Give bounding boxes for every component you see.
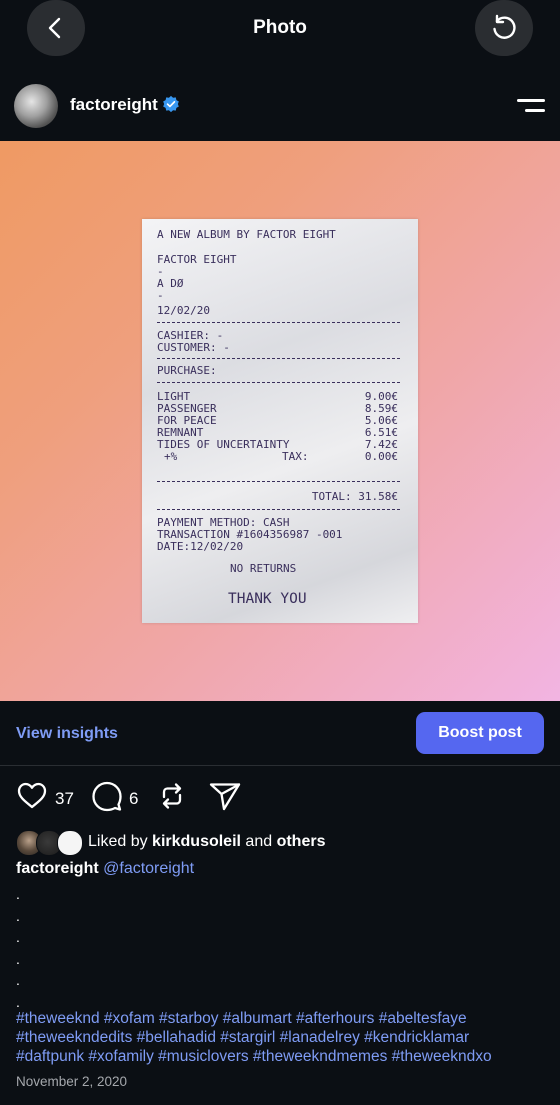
receipt-dash: - <box>157 289 164 302</box>
hashtag-line[interactable]: #theweeknd #xofam #starboy #albumart #af… <box>16 1009 551 1028</box>
receipt-divider <box>157 322 400 323</box>
receipt-no-returns: NO RETURNS <box>230 562 297 575</box>
receipt-thanks: THANK YOU <box>228 591 307 607</box>
receipt-artist: FACTOR EIGHT <box>157 253 237 266</box>
heart-icon[interactable] <box>16 780 48 812</box>
liked-by-row[interactable]: Liked by kirkdusoleil and others <box>16 830 546 856</box>
liked-by-prefix: Liked by <box>88 833 148 850</box>
liker-avatar <box>57 830 83 856</box>
receipt-date-line: DATE:12/02/20 <box>157 540 244 553</box>
view-insights-link[interactable]: View insights <box>16 725 118 743</box>
receipt-customer: CUSTOMER: - <box>157 341 230 354</box>
caption-dots: ...... <box>16 886 20 1010</box>
receipt-divider <box>157 481 400 482</box>
receipt-tax-label: TAX: <box>282 450 309 463</box>
comment-icon[interactable] <box>91 780 123 812</box>
receipt-divider <box>157 509 400 510</box>
liked-by-others[interactable]: others <box>277 833 326 850</box>
repost-icon[interactable] <box>156 780 188 812</box>
caption-mention[interactable]: @factoreight <box>103 860 194 877</box>
receipt-divider <box>157 358 400 359</box>
profile-row: factoreight <box>0 78 560 138</box>
liked-by-user[interactable]: kirkdusoleil <box>152 833 241 850</box>
avatar[interactable] <box>14 84 58 128</box>
insights-bar: View insights Boost post <box>0 701 560 766</box>
liked-by-and: and <box>245 833 273 850</box>
receipt-purchase: PURCHASE: <box>157 364 217 377</box>
like-count[interactable]: 37 <box>55 789 74 809</box>
verified-badge-icon <box>163 95 179 113</box>
liked-by-text: Liked by kirkdusoleil and others <box>88 833 325 851</box>
post-date: November 2, 2020 <box>16 1074 128 1089</box>
hashtags: #theweeknd #xofam #starboy #albumart #af… <box>16 1009 551 1066</box>
hashtag-line[interactable]: #daftpunk #xofamily #musiclovers #thewee… <box>16 1047 551 1066</box>
share-icon[interactable] <box>208 780 242 812</box>
caption-username[interactable]: factoreight <box>16 860 99 877</box>
receipt-tax-value: 0.00€ <box>364 450 398 463</box>
receipt: A NEW ALBUM BY FACTOR EIGHT FACTOR EIGHT… <box>142 219 418 623</box>
refresh-button[interactable] <box>475 0 533 56</box>
menu-icon[interactable] <box>515 96 545 116</box>
refresh-icon <box>493 14 516 39</box>
receipt-line: A NEW ALBUM BY FACTOR EIGHT <box>157 228 336 241</box>
receipt-divider <box>157 382 400 383</box>
top-bar: Photo <box>0 0 560 70</box>
engagement-bar: 37 6 <box>0 780 560 816</box>
hashtag-line[interactable]: #theweekndedits #bellahadid #stargirl #l… <box>16 1028 551 1047</box>
receipt-tax-pct: +% <box>164 450 178 463</box>
receipt-total: TOTAL: 31.58€ <box>311 490 398 503</box>
post-image: A NEW ALBUM BY FACTOR EIGHT FACTOR EIGHT… <box>0 141 560 701</box>
username[interactable]: factoreight <box>70 95 158 115</box>
comment-count[interactable]: 6 <box>129 789 138 809</box>
boost-post-button[interactable]: Boost post <box>416 712 544 754</box>
receipt-date: 12/02/20 <box>157 304 210 317</box>
caption: factoreight @factoreight <box>16 860 194 878</box>
